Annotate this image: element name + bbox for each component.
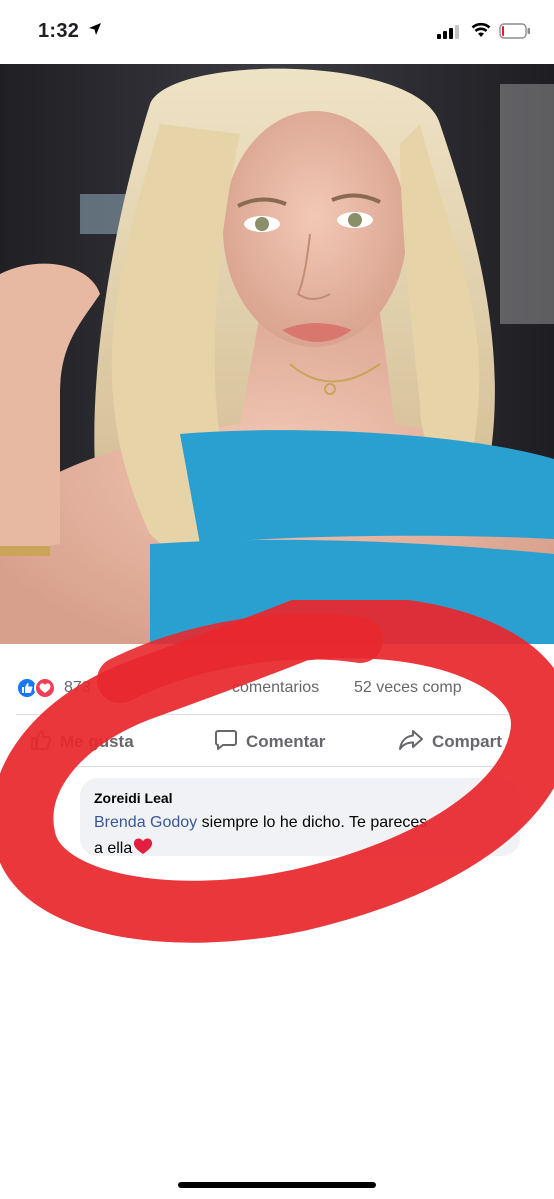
status-time: 1:32: [38, 20, 80, 42]
love-reaction-icon: [34, 677, 56, 699]
like-label: Me gusta: [60, 732, 134, 751]
comment-icon: [214, 728, 246, 757]
like-button[interactable]: Me gusta: [30, 728, 134, 756]
wifi-icon: [471, 22, 491, 43]
home-indicator[interactable]: [178, 1182, 376, 1188]
cell-signal-icon: [437, 25, 459, 44]
comments-count[interactable]: comentarios: [232, 679, 319, 697]
divider: [16, 714, 554, 715]
reactions-count: 873: [64, 679, 91, 696]
post-actions: Me gusta Comentar Compart: [0, 722, 554, 762]
reactions-summary[interactable]: 873 comentarios 52 veces comp: [0, 672, 554, 704]
comment-mention[interactable]: Brenda Godoy: [94, 814, 197, 831]
post-photo[interactable]: [0, 64, 554, 644]
share-button[interactable]: Compart: [398, 728, 502, 756]
location-arrow-icon: [88, 22, 102, 41]
shares-count[interactable]: 52 veces comp: [354, 679, 462, 697]
status-bar: 1:32: [0, 0, 554, 64]
divider: [16, 766, 554, 767]
comment-button[interactable]: Comentar: [214, 728, 325, 756]
battery-icon: [499, 23, 531, 44]
comment-text: Brenda Godoy siempre lo he dicho. Te par…: [94, 810, 514, 864]
heart-emoji-icon: [133, 837, 153, 864]
comment-text-line-1: siempre lo he dicho. Te pareces: [197, 814, 428, 831]
comment-bubble[interactable]: Zoreidi Leal Brenda Godoy siempre lo he …: [80, 778, 520, 857]
share-icon: [398, 728, 432, 757]
comment-text-line-2: a ella: [94, 840, 133, 857]
comment-label: Comentar: [246, 732, 326, 751]
thumb-up-icon: [30, 729, 60, 756]
share-label: Compart: [432, 732, 502, 751]
comment-author[interactable]: Zoreidi Leal: [94, 790, 173, 806]
